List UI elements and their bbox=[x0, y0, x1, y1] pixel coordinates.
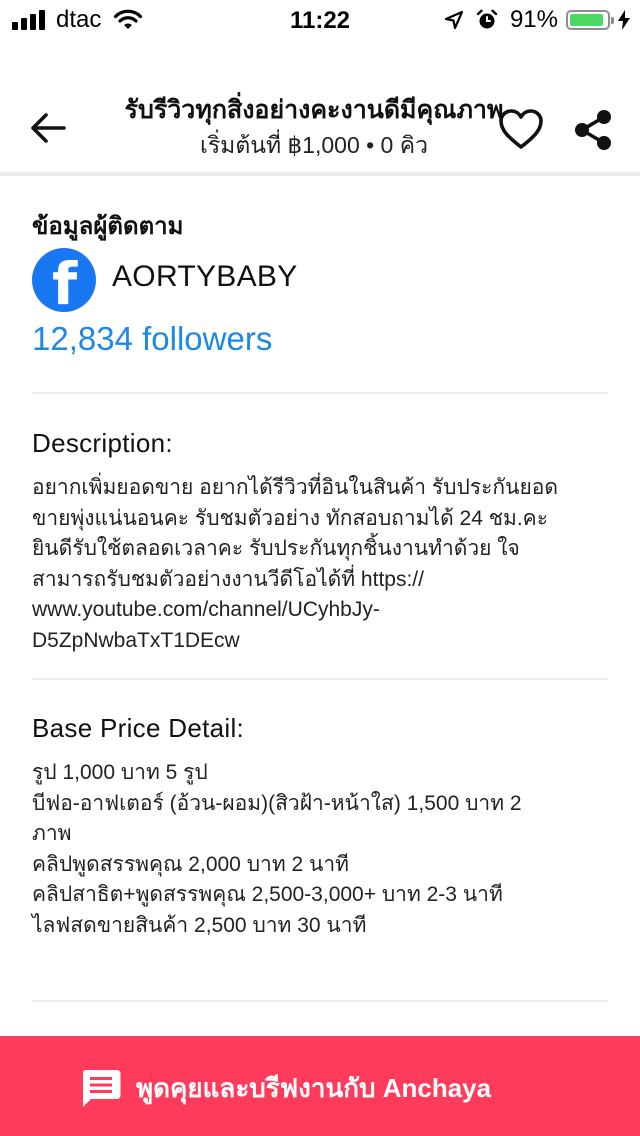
followers-count-link[interactable]: 12,834 followers bbox=[32, 320, 272, 358]
description-line: www.youtube.com/channel/UCyhbJy- bbox=[32, 598, 380, 621]
chat-message-icon bbox=[82, 1070, 121, 1107]
price-line: ภาพ bbox=[32, 822, 72, 845]
price-line: คลิปสาธิต+พูดสรรพคุณ 2,500-3,000+ บาท 2-… bbox=[32, 883, 503, 906]
description-text: อยากเพิ่มยอดขาย อยากได้รีวิวที่อินในสินค… bbox=[32, 473, 608, 656]
chat-and-brief-button[interactable]: พูดคุยและบรีฟงานกับ Anchaya bbox=[0, 1036, 640, 1136]
account-name: AORTYBABY bbox=[112, 260, 298, 293]
heart-outline-icon bbox=[499, 109, 543, 149]
divider bbox=[32, 678, 608, 680]
base-price-heading: Base Price Detail: bbox=[32, 713, 245, 743]
follower-info-heading: ข้อมูลผู้ติดตาม bbox=[32, 213, 184, 240]
facebook-icon: f bbox=[32, 248, 96, 312]
header-divider bbox=[0, 172, 640, 176]
description-line: D5ZpNwbaTxT1DEcw bbox=[32, 628, 240, 652]
favorite-button[interactable] bbox=[498, 108, 544, 150]
battery-level-fill bbox=[570, 14, 603, 26]
divider bbox=[32, 1000, 608, 1002]
description-line: ขายพุ่งแน่นอนคะ รับชมตัวอย่าง ทักสอบถามไ… bbox=[32, 506, 549, 530]
price-line: บีฟอ-อาฟเตอร์ (อ้วน-ผอม)(สิวฝ้า-หน้าใส) … bbox=[32, 791, 522, 815]
alarm-icon bbox=[476, 9, 498, 29]
price-line: คลิปพูดสรรพคุณ 2,000 บาท 2 นาที bbox=[32, 852, 349, 876]
arrow-left-icon bbox=[31, 113, 66, 143]
price-line: ไลฟสดขายสินค้า 2,500 บาท 30 นาที bbox=[32, 913, 367, 937]
base-price-text: รูป 1,000 บาท 5 รูป บีฟอ-อาฟเตอร์ (อ้วน-… bbox=[32, 758, 608, 941]
header: รับรีวิวทุกสิ่งอย่างคะงานดีมีคุณภาพ เริ่… bbox=[0, 80, 640, 172]
status-bar: dtac 11:22 91% bbox=[0, 0, 640, 40]
chat-button-label: พูดคุยและบรีฟงานกับ Anchaya bbox=[136, 1073, 492, 1103]
share-icon bbox=[575, 110, 611, 150]
description-line: สามารถรับชมตัวอย่างงานวีดีโอได้ที่ https… bbox=[32, 567, 424, 591]
battery-percent: 91% bbox=[509, 6, 558, 33]
location-arrow-icon bbox=[444, 10, 464, 30]
status-bar-right: 91% bbox=[444, 6, 630, 33]
charging-bolt-icon bbox=[618, 10, 630, 30]
battery-icon bbox=[566, 10, 614, 30]
share-button[interactable] bbox=[572, 108, 614, 152]
divider bbox=[32, 392, 608, 394]
description-line: ยินดีรับใช้ตลอดเวลาคะ รับประกันทุกชิ้นงา… bbox=[32, 537, 520, 560]
back-button[interactable] bbox=[28, 108, 68, 148]
page-title: รับรีวิวทุกสิ่งอย่างคะงานดีมีคุณภาพ bbox=[124, 96, 504, 124]
page-subtitle: เริ่มต้นที่ ฿1,000 • 0 คิว bbox=[199, 132, 429, 158]
description-line: อยากเพิ่มยอดขาย อยากได้รีวิวที่อินในสินค… bbox=[32, 476, 559, 499]
price-line: รูป 1,000 บาท 5 รูป bbox=[32, 761, 208, 784]
description-heading: Description: bbox=[32, 428, 173, 458]
